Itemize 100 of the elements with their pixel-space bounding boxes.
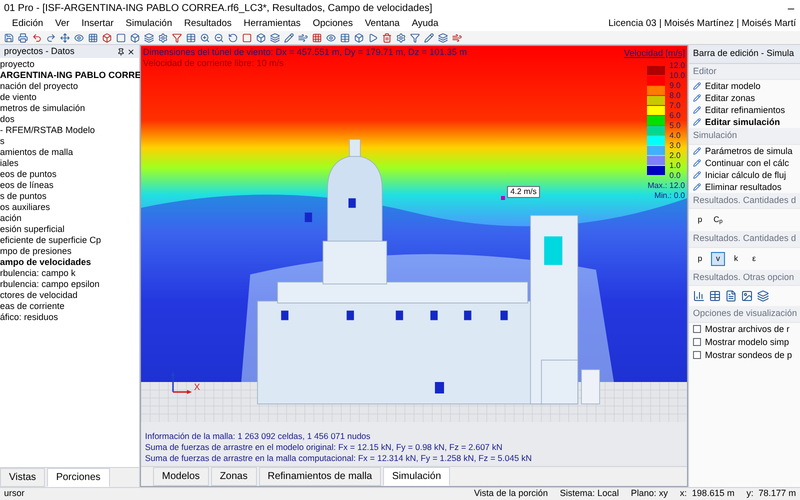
toolbar-icon[interactable] <box>214 32 224 42</box>
tab[interactable]: Porciones <box>47 468 110 487</box>
tree-item[interactable]: rbulencia: campo k <box>0 268 139 279</box>
toolbar-icon[interactable] <box>228 32 238 42</box>
toolbar-icon[interactable] <box>116 32 126 42</box>
option-icon[interactable] <box>725 290 737 302</box>
result-button[interactable]: C$_{p}$ <box>711 213 725 227</box>
tree-item[interactable]: mpo de presiones <box>0 246 139 257</box>
menu-item[interactable]: Opciones <box>312 16 353 32</box>
tree-item[interactable]: de viento <box>0 92 139 103</box>
panel-item[interactable]: Parámetros de simula <box>689 144 800 156</box>
result-button[interactable]: ε <box>747 252 761 266</box>
tree-item[interactable]: proyecto <box>0 59 139 70</box>
toolbar-icon[interactable] <box>340 32 350 42</box>
toolbar-icon[interactable] <box>424 32 434 42</box>
close-icon[interactable] <box>127 48 135 56</box>
tree-item[interactable]: os auxiliares <box>0 202 139 213</box>
menu-item[interactable]: Ver <box>55 16 70 32</box>
menu-item[interactable]: Edición <box>12 16 44 32</box>
toolbar-icon[interactable] <box>368 32 378 42</box>
option-icon[interactable] <box>709 290 721 302</box>
result-button[interactable]: v <box>711 252 725 266</box>
menu-item[interactable]: Resultados <box>184 16 232 32</box>
tree-item[interactable]: s <box>0 136 139 147</box>
toolbar-icon[interactable] <box>18 32 28 42</box>
tree-item[interactable]: eos de puntos <box>0 169 139 180</box>
panel-item[interactable]: Iniciar cálculo de fluj <box>689 168 800 180</box>
tree-item[interactable]: nación del proyecto <box>0 81 139 92</box>
tree-item[interactable]: ARGENTINA-ING PABLO CORRE <box>0 70 139 81</box>
toolbar-icon[interactable] <box>410 32 420 42</box>
toolbar-icon[interactable] <box>172 32 182 42</box>
toolbar-icon[interactable] <box>298 32 308 42</box>
tree-item[interactable]: metros de simulación <box>0 103 139 114</box>
toolbar-icon[interactable] <box>144 32 154 42</box>
toolbar-icon[interactable] <box>74 32 84 42</box>
panel-item[interactable]: Continuar con el cálc <box>689 156 800 168</box>
panel-item[interactable]: Editar zonas <box>689 92 800 104</box>
tree-item[interactable]: amientos de malla <box>0 147 139 158</box>
tab[interactable]: Zonas <box>210 467 257 486</box>
toolbar-icon[interactable] <box>312 32 322 42</box>
result-button[interactable]: k <box>729 252 743 266</box>
toolbar-icon[interactable] <box>242 32 252 42</box>
tree-item[interactable]: dos <box>0 114 139 125</box>
tree-item[interactable]: iales <box>0 158 139 169</box>
menu-item[interactable]: Ventana <box>364 16 400 32</box>
toolbar-icon[interactable] <box>186 32 196 42</box>
tree-item[interactable]: rbulencia: campo epsilon <box>0 279 139 290</box>
toolbar-icon[interactable] <box>326 32 336 42</box>
navigator-title: proyectos - Datos <box>4 44 75 58</box>
status-field: y: 78.177 m <box>746 487 796 500</box>
toolbar-icon[interactable] <box>200 32 210 42</box>
pin-icon[interactable] <box>117 48 125 56</box>
panel-item[interactable]: Editar simulación <box>689 116 800 128</box>
toolbar-icon[interactable] <box>284 32 294 42</box>
panel-item[interactable]: Editar refinamientos <box>689 104 800 116</box>
toolbar-icon[interactable] <box>256 32 266 42</box>
toolbar-icon[interactable] <box>354 32 364 42</box>
tree-item[interactable]: eficiente de superficie Cp <box>0 235 139 246</box>
toolbar-icon[interactable] <box>452 32 462 42</box>
toolbar-icon[interactable] <box>4 32 14 42</box>
option-icon[interactable] <box>741 290 753 302</box>
tree-item[interactable]: eos de líneas <box>0 180 139 191</box>
toolbar-icon[interactable] <box>130 32 140 42</box>
tree-item[interactable]: esión superficial <box>0 224 139 235</box>
menu-item[interactable]: Insertar <box>81 16 114 32</box>
menu-item[interactable]: Simulación <box>126 16 172 32</box>
tab[interactable]: Refinamientos de malla <box>258 467 382 486</box>
toolbar-icon[interactable] <box>32 32 42 42</box>
toolbar-icon[interactable] <box>438 32 448 42</box>
toolbar-icon[interactable] <box>46 32 56 42</box>
tree-item[interactable]: áfico: residuos <box>0 312 139 323</box>
panel-item[interactable]: Editar modelo <box>689 80 800 92</box>
toolbar-icon[interactable] <box>382 32 392 42</box>
panel-item[interactable]: Eliminar resultados <box>689 180 800 192</box>
tree-item[interactable]: ctores de velocidad <box>0 290 139 301</box>
toolbar-icon[interactable] <box>158 32 168 42</box>
menu-item[interactable]: Herramientas <box>244 16 301 32</box>
tab[interactable]: Simulación <box>383 467 450 486</box>
tree-item[interactable]: eas de corriente <box>0 301 139 312</box>
result-button[interactable]: p <box>693 252 707 266</box>
checkbox[interactable] <box>693 351 701 359</box>
result-button[interactable]: p <box>693 213 707 227</box>
tree-item[interactable]: - RFEM/RSTAB Modelo <box>0 125 139 136</box>
checkbox-label: Mostrar modelo simp <box>705 336 790 348</box>
tab[interactable]: Vistas <box>0 468 46 487</box>
checkbox[interactable] <box>693 325 701 333</box>
tree-item[interactable]: s de puntos <box>0 191 139 202</box>
checkbox[interactable] <box>693 338 701 346</box>
tree-item[interactable]: ación <box>0 213 139 224</box>
toolbar-icon[interactable] <box>396 32 406 42</box>
toolbar-icon[interactable] <box>60 32 70 42</box>
menu-item[interactable]: Ayuda <box>412 16 438 32</box>
legend-value: 8.0 <box>669 90 682 100</box>
toolbar-icon[interactable] <box>88 32 98 42</box>
option-icon[interactable] <box>757 290 769 302</box>
toolbar-icon[interactable] <box>102 32 112 42</box>
option-icon[interactable] <box>693 290 705 302</box>
tab[interactable]: Modelos <box>153 467 209 486</box>
toolbar-icon[interactable] <box>270 32 280 42</box>
tree-item[interactable]: ampo de velocidades <box>0 257 139 268</box>
